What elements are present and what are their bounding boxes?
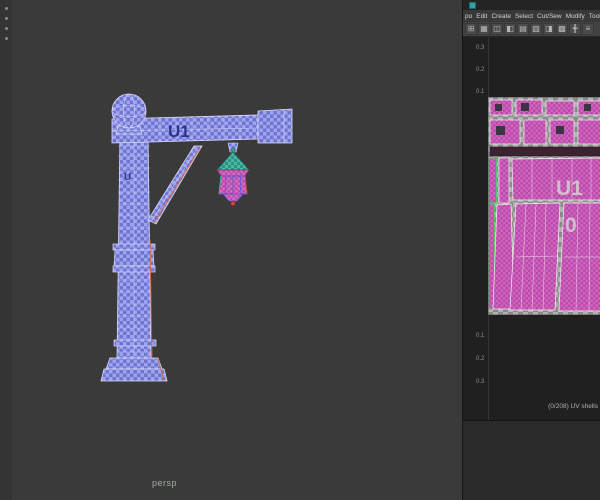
perspective-viewport[interactable]: U1 U persp [12,0,462,500]
lamp-post-model[interactable]: U1 U [60,90,320,390]
menu-item-modify[interactable]: Modify [566,13,585,20]
hanging-lantern[interactable] [216,142,250,206]
tool-dot-icon [4,7,8,10]
tool-dot-icon [4,27,8,30]
uv-editor-toolbar: ⊞ ▦ ◫ ◧ ▤ ▧ ◨ ▩ ╋ ≡ [463,22,600,37]
udim-label-primary: U1 [556,177,583,200]
menu-item-edit[interactable]: Edit [476,13,487,20]
shade-uv-icon[interactable]: ◨ [543,23,555,35]
ruler-label: 0.3 [476,379,485,385]
uv-editor-tab-bar[interactable] [463,0,600,10]
ruler-label: 0.3 [476,45,485,51]
uv-tile-0-1[interactable]: U1 0 [488,97,600,315]
uv-shells[interactable]: U1 0 [488,97,600,315]
uv-editor-tab-icon[interactable] [469,2,476,9]
ruler-label: 0.1 [476,333,485,339]
tool-dot-icon [4,17,8,20]
post-texture-label: U [124,172,131,183]
left-tool-strip[interactable] [0,0,12,500]
pixel-snap-icon[interactable]: ╋ [569,23,581,35]
layout-uv-icon[interactable]: ≡ [582,23,594,35]
uv-canvas[interactable]: 0.3 0.2 0.1 0.1 0.2 0.3 U1 0 (0/208) UV … [463,37,600,420]
uv-shell-count-status: (0/208) UV shells [548,403,598,410]
arm-texture-label: U1 [168,122,190,141]
tile-grid-icon[interactable]: ▩ [556,23,568,35]
uv-panel-lower-area [463,420,600,500]
tool-dot-icon [4,37,8,40]
menu-item-create[interactable]: Create [491,13,511,20]
menu-item-tools[interactable]: Tools [589,13,600,20]
texture-border-icon[interactable]: ▧ [530,23,542,35]
ruler-label: 0.1 [476,89,485,95]
distortion-display-icon[interactable]: ◧ [504,23,516,35]
udim-label-secondary: 0 [565,214,577,237]
uv-editor-panel[interactable]: po Edit Create Select Cut/Sew Modify Too… [462,0,600,500]
camera-label: persp [152,478,178,488]
menu-item-polygons[interactable]: po [465,13,472,20]
uv-shell-dark-band[interactable] [489,146,600,157]
ruler-label: 0.2 [476,67,485,73]
checker-map-icon[interactable]: ▦ [478,23,490,35]
ruler-label: 0.2 [476,356,485,362]
dim-image-icon[interactable]: ▤ [517,23,529,35]
grid-toggle-icon[interactable]: ⊞ [465,23,477,35]
uv-shell-group[interactable] [488,99,600,312]
shell-select-icon[interactable]: ◫ [491,23,503,35]
uv-editor-menubar: po Edit Create Select Cut/Sew Modify Too… [463,10,600,22]
menu-item-cutsew[interactable]: Cut/Sew [537,13,562,20]
menu-item-select[interactable]: Select [515,13,533,20]
lantern-knob [230,201,236,206]
